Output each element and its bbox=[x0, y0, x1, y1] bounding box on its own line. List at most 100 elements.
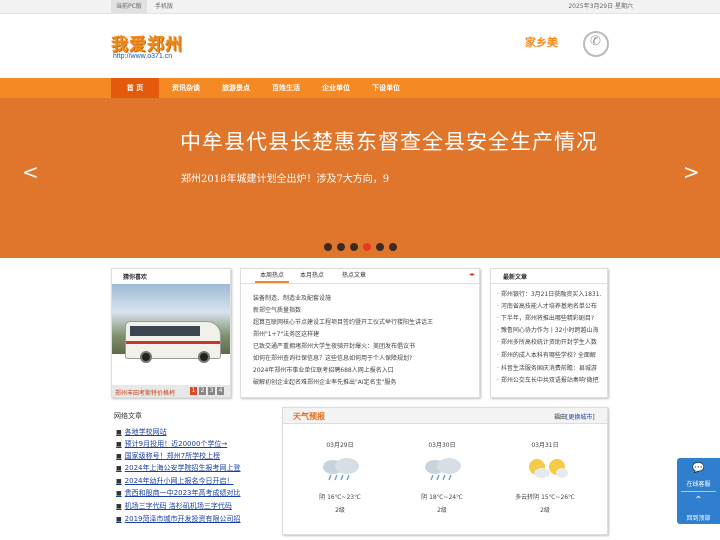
web-article-text[interactable]: 国家级称号！郑州7所学校上榜 bbox=[125, 452, 220, 460]
news-tab-arrows[interactable]: ◂▸ bbox=[469, 271, 475, 278]
phone-icon bbox=[583, 31, 609, 57]
web-article-text[interactable]: 2024年幼升小网上报名今日开启！ bbox=[125, 477, 234, 485]
web-article-text[interactable]: 2019菏泽市城市开发投资有限公司招 bbox=[125, 515, 241, 523]
carousel-dot[interactable] bbox=[337, 243, 345, 251]
site-logo[interactable]: 我爱郑州 bbox=[111, 30, 183, 55]
bullet-icon: ■ bbox=[116, 465, 122, 472]
news-item[interactable]: 如何在郑州查询社保信息？这些信息如何用于个人保障规划? bbox=[253, 353, 412, 362]
weather-desc: 多云转阴 15℃~26℃ bbox=[515, 494, 575, 501]
carousel-prev-button[interactable]: < bbox=[22, 162, 39, 182]
web-article-link[interactable]: ■ 2024年幼升小网上报名今日开启！ bbox=[116, 476, 234, 486]
latest-item[interactable]: · 豫鲁同心协力作为丨32小时跨越山海 bbox=[497, 325, 605, 334]
bullet-icon: ■ bbox=[116, 453, 122, 460]
latest-item-text[interactable]: 郑州多所高校统计资助开封学生人数 bbox=[501, 339, 597, 346]
photo-page-1[interactable]: 1 bbox=[190, 387, 197, 395]
web-article-link[interactable]: ■ 各地学校网站 bbox=[116, 427, 167, 437]
divider bbox=[681, 491, 716, 492]
nav-item-enterprise[interactable]: 企业单位 bbox=[313, 78, 359, 98]
tab-week-hot[interactable]: 本周热点 bbox=[255, 269, 289, 283]
news-item[interactable]: 郑州"1+7"法务区这样建 bbox=[253, 329, 319, 338]
cloud-rain-icon bbox=[323, 458, 359, 481]
bus-wheel bbox=[198, 351, 210, 363]
news-item[interactable]: 2024年郑州市事业单位联考招聘688人网上报名入口 bbox=[253, 365, 394, 374]
carousel-dot[interactable] bbox=[350, 243, 358, 251]
mobile-version-link[interactable]: 手机版 bbox=[150, 0, 178, 13]
recommend-photo[interactable] bbox=[112, 284, 230, 363]
nav-item-branch[interactable]: 下设单位 bbox=[363, 78, 409, 98]
nav-item-home[interactable]: 首 页 bbox=[111, 78, 159, 98]
floating-service-box: 💬 在线客服 ⌃ 回到顶部 bbox=[677, 458, 720, 524]
bullet-icon: ■ bbox=[116, 478, 122, 485]
web-article-link[interactable]: ■ 2019菏泽市城市开发投资有限公司招 bbox=[116, 514, 241, 524]
news-item[interactable]: 装备制造、制造业及配套设施 bbox=[253, 293, 331, 302]
carousel-dot[interactable] bbox=[389, 243, 397, 251]
weather-day: 03月31日 多云转阴 15℃~26℃ 2级 bbox=[496, 429, 594, 527]
latest-item-text[interactable]: 郑州公交车长中共双语报站奏响'微把 bbox=[501, 377, 599, 384]
bullet-icon: ■ bbox=[116, 429, 122, 436]
web-article-link[interactable]: ■ 贵西和殷商一中2023年高考成绩对比 bbox=[116, 488, 241, 498]
nav-item-news[interactable]: 资讯杂谈 bbox=[163, 78, 209, 98]
recommend-title: 猜你喜欢 bbox=[123, 274, 148, 281]
back-to-top-button[interactable]: 回到顶部 bbox=[677, 513, 720, 522]
web-article-text[interactable]: 各地学校网站 bbox=[125, 428, 167, 436]
tab-hot-articles[interactable]: 热点文章 bbox=[337, 269, 371, 283]
photo-caption[interactable]: 郑州丰田考斯特价格柯 bbox=[115, 388, 175, 397]
latest-item[interactable]: · 郑州多所高校统计资助开封学生人数 bbox=[497, 337, 605, 346]
latest-item[interactable]: · 下半年，郑州将推出哪些精彩剧目? bbox=[497, 313, 605, 322]
carousel-dot[interactable] bbox=[376, 243, 384, 251]
latest-item[interactable]: · 郑州公交车长中共双语报站奏响'微把 bbox=[497, 375, 605, 384]
latest-item[interactable]: · 抖音生活服务国庆消费前瞻：县城游 bbox=[497, 363, 605, 372]
latest-item-text[interactable]: 郑州的成人本科有哪些学校? 全面解 bbox=[501, 352, 596, 359]
chat-icon[interactable]: 💬 bbox=[677, 463, 720, 474]
bullet-icon: ■ bbox=[116, 503, 122, 510]
nav-item-life[interactable]: 百姓生活 bbox=[263, 78, 309, 98]
latest-item-text[interactable]: 郑州银行：3月21日获融资买入1831. bbox=[501, 291, 602, 298]
nav-item-travel[interactable]: 旅游景点 bbox=[213, 78, 259, 98]
banner-subtitle[interactable]: 郑州2018年城建计划全出炉！涉及7大方向，9 bbox=[181, 170, 389, 185]
latest-item-text[interactable]: 下半年，郑州将推出哪些精彩剧目? bbox=[501, 315, 594, 322]
latest-item[interactable]: · 郑州的成人本科有哪些学校? 全面解 bbox=[497, 350, 605, 359]
news-item[interactable]: 新郑空气质量指数 bbox=[253, 305, 301, 314]
news-item[interactable]: 已致交通严重拥堵郑州大学生夜骑开封爆火：美团发布倡议书 bbox=[253, 341, 415, 350]
carousel-next-button[interactable]: > bbox=[683, 162, 700, 182]
carousel-dot[interactable] bbox=[324, 243, 332, 251]
web-article-link[interactable]: ■ 2024年上海公安学院招生报考网上登 bbox=[116, 463, 241, 473]
tab-month-hot[interactable]: 本月热点 bbox=[295, 269, 329, 283]
bus-stripe bbox=[126, 341, 220, 344]
top-bar: 当前PC版 手机版 2025年3月29日 星期六 bbox=[0, 0, 720, 14]
latest-articles-panel: 最新文章 · 郑州银行：3月21日获融资买入1831. · 河南省高技能人才培养… bbox=[490, 268, 608, 398]
latest-item-text[interactable]: 豫鲁同心协力作为丨32小时跨越山海 bbox=[501, 327, 599, 334]
weather-title: 天气预报 bbox=[293, 412, 325, 421]
carousel-dot-active[interactable] bbox=[363, 243, 371, 251]
web-article-text[interactable]: 贵西和殷商一中2023年高考成绩对比 bbox=[125, 489, 241, 497]
web-article-link[interactable]: ■ 国家级称号！郑州7所学校上榜 bbox=[116, 451, 220, 461]
change-city-link[interactable]: [更换城市] bbox=[566, 412, 595, 421]
latest-item[interactable]: · 河南省高技能人才培养基地名单公布 bbox=[497, 301, 605, 310]
bullet-icon: ■ bbox=[116, 516, 122, 523]
pc-version-link[interactable]: 当前PC版 bbox=[111, 0, 147, 13]
weather-city: 福田 bbox=[554, 414, 567, 421]
current-date: 2025年3月29日 星期六 bbox=[568, 3, 633, 10]
web-article-link[interactable]: ■ 预计9月投用！近20000个学位→ bbox=[116, 439, 227, 449]
weather-date: 03月31日 bbox=[531, 442, 559, 449]
banner-title[interactable]: 中牟县代县长楚惠东督查全县安全生产情况 bbox=[180, 126, 598, 156]
news-item[interactable]: 超算互联网核心节点建设工程项目签约暨开工仪式举行楼阳生讲话王 bbox=[253, 317, 433, 326]
latest-item-text[interactable]: 抖音生活服务国庆消费前瞻：县城游 bbox=[501, 365, 597, 372]
latest-title: 最新文章 bbox=[503, 274, 528, 281]
weather-wind: 2级 bbox=[335, 507, 345, 514]
site-url[interactable]: http://www.o371.cn bbox=[113, 53, 172, 60]
weather-desc: 阴 16℃~23℃ bbox=[319, 494, 361, 501]
web-article-text[interactable]: 2024年上海公安学院招生报考网上登 bbox=[125, 464, 241, 472]
web-article-text[interactable]: 预计9月投用！近20000个学位→ bbox=[125, 440, 228, 448]
web-article-text[interactable]: 机场三字代码 洛杉矶机场三字代码 bbox=[125, 502, 232, 510]
online-service-button[interactable]: 在线客服 bbox=[677, 479, 720, 488]
latest-item[interactable]: · 郑州银行：3月21日获融资买入1831. bbox=[497, 289, 605, 298]
web-article-link[interactable]: ■ 机场三字代码 洛杉矶机场三字代码 bbox=[116, 501, 232, 511]
arrow-up-icon[interactable]: ⌃ bbox=[677, 495, 720, 506]
latest-item-text[interactable]: 河南省高技能人才培养基地名单公布 bbox=[501, 303, 597, 310]
photo-page-2[interactable]: 2 bbox=[199, 387, 206, 395]
photo-page-3[interactable]: 3 bbox=[208, 387, 215, 395]
photo-page-4[interactable]: 4 bbox=[217, 387, 224, 395]
news-item[interactable]: 破解初创企业起名难郑州企业率先推出"AI定名宝"服务 bbox=[253, 377, 396, 386]
weather-date: 03月29日 bbox=[326, 442, 354, 449]
